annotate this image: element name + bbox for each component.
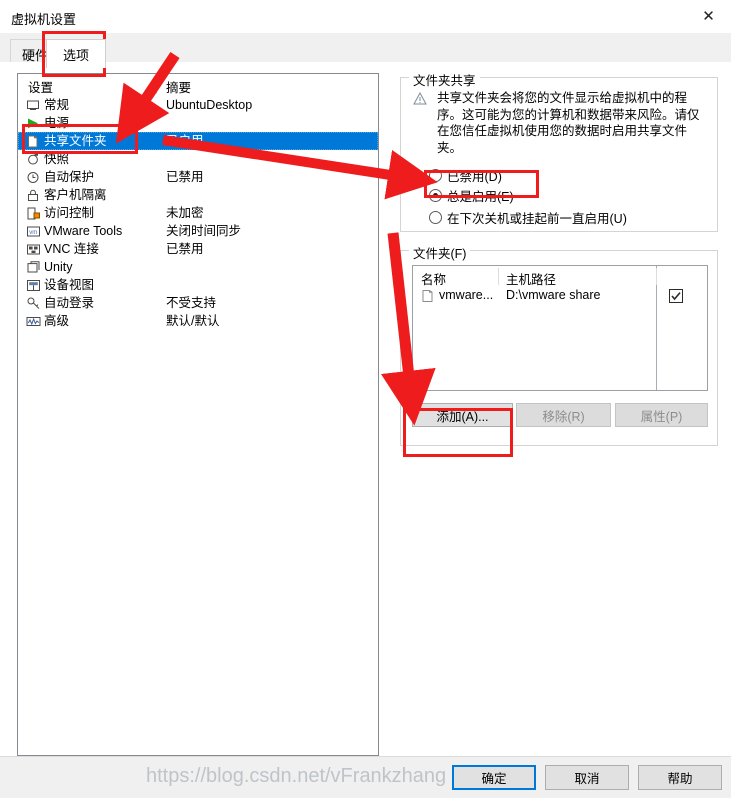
settings-list-item-label: 共享文件夹 <box>44 134 107 148</box>
lock-icon <box>25 187 41 203</box>
advanced-icon <box>25 313 41 329</box>
folders-group-title: 文件夹(F) <box>409 243 471 262</box>
shield-lock-icon <box>25 205 41 221</box>
radio-sharing-disabled-label: 已禁用(D) <box>447 170 502 184</box>
add-folder-button[interactable]: 添加(A)... <box>412 403 513 427</box>
settings-list-item-label: VNC 连接 <box>44 242 99 256</box>
folder-icon <box>421 289 435 303</box>
settings-list-item-9[interactable]: Unity <box>18 258 378 276</box>
column-header-summary: 摘要 <box>166 81 192 95</box>
settings-list-rows: 常规 UbuntuDesktop 电源 共享文件夹 已启用 快照 自动保护 已禁用 客户机隔离访… <box>18 96 378 330</box>
folder-icon <box>25 133 41 149</box>
settings-list-item-summary: 不受支持 <box>166 296 217 310</box>
close-icon[interactable]: ✕ <box>686 0 731 32</box>
camera-icon <box>25 151 41 167</box>
radio-sharing-disabled[interactable]: 已禁用(D) <box>429 166 502 185</box>
window-title: 虚拟机设置 <box>11 12 77 27</box>
folders-column-name: 名称 <box>421 273 447 287</box>
tab-options[interactable]: 选项 <box>46 39 106 68</box>
settings-list-item-label: 客户机隔离 <box>44 188 107 202</box>
unity-icon <box>25 259 41 275</box>
play-icon <box>25 115 41 131</box>
folders-table[interactable]: 名称 主机路径 vmware... D:\vmware share <box>412 265 708 391</box>
svg-text:vm: vm <box>29 229 37 235</box>
folders-header-sep <box>656 268 657 285</box>
folders-group: 文件夹(F) 名称 主机路径 vmware... D:\vmware share… <box>400 243 718 446</box>
settings-list-item-summary: 已禁用 <box>166 242 204 256</box>
remove-folder-button[interactable]: 移除(R) <box>516 403 611 427</box>
vnc-icon <box>25 241 41 257</box>
settings-list-item-label: 电源 <box>44 116 70 130</box>
settings-list-item-label: 访问控制 <box>44 206 95 220</box>
warning-icon <box>413 91 427 105</box>
settings-list-item-0[interactable]: 常规 UbuntuDesktop <box>18 96 378 114</box>
folder-name: vmware... <box>439 288 494 302</box>
settings-list-item-2[interactable]: 共享文件夹 已启用 <box>18 132 378 150</box>
settings-list-item-summary: 已禁用 <box>166 170 204 184</box>
folders-header-sep <box>498 268 499 285</box>
folders-column-path: 主机路径 <box>506 273 557 287</box>
settings-list-item-summary: 默认/默认 <box>166 314 220 328</box>
settings-list-header: 设置 摘要 <box>18 74 378 96</box>
settings-list-item-1[interactable]: 电源 <box>18 114 378 132</box>
sharing-warning-text: 共享文件夹会将您的文件显示给虚拟机中的程序。这可能为您的计算机和数据带来风险。请… <box>437 91 700 155</box>
settings-list-panel[interactable]: 设置 摘要 常规 UbuntuDesktop 电源 共享文件夹 已启用 快照 自动保护 已禁用… <box>17 73 379 756</box>
vmware-tools-icon: vm <box>25 223 41 239</box>
folder-properties-button[interactable]: 属性(P) <box>615 403 708 427</box>
radio-sharing-until-label: 在下次关机或挂起前一直启用(U) <box>447 212 627 226</box>
header-divider <box>156 76 157 94</box>
folders-table-header: 名称 主机路径 <box>413 266 707 287</box>
settings-list-item-6[interactable]: 访问控制 未加密 <box>18 204 378 222</box>
folders-button-row: 添加(A)... 移除(R) 属性(P) <box>412 403 708 427</box>
settings-list-item-label: VMware Tools <box>44 224 123 238</box>
settings-list-item-summary: 关闭时间同步 <box>166 224 242 238</box>
autologin-icon <box>25 295 41 311</box>
settings-list-item-12[interactable]: 高级 默认/默认 <box>18 312 378 330</box>
settings-list-item-label: 高级 <box>44 314 70 328</box>
column-header-setting: 设置 <box>28 81 54 95</box>
settings-list-item-summary: 已启用 <box>166 134 204 148</box>
radio-circle-selected-icon <box>429 189 442 202</box>
folder-path: D:\vmware share <box>506 288 601 302</box>
radio-circle-icon <box>429 169 442 182</box>
settings-list-item-7[interactable]: vm VMware Tools 关闭时间同步 <box>18 222 378 240</box>
monitor-icon <box>25 97 41 113</box>
device-view-icon <box>25 277 41 293</box>
settings-list-item-label: 常规 <box>44 98 70 112</box>
folder-enabled-checkbox[interactable] <box>669 289 683 303</box>
table-row[interactable]: vmware... D:\vmware share <box>413 287 707 307</box>
clock-icon <box>25 169 41 185</box>
virtual-machine-settings-dialog: 虚拟机设置 ✕ 硬件 选项 设置 摘要 常规 UbuntuDesktop 电源 共享文… <box>0 0 731 798</box>
dialog-footer: 确定 取消 帮助 <box>0 756 731 798</box>
settings-list-item-11[interactable]: 自动登录 不受支持 <box>18 294 378 312</box>
radio-sharing-until-shutdown[interactable]: 在下次关机或挂起前一直启用(U) <box>429 208 627 227</box>
folder-sharing-group-title: 文件夹共享 <box>409 70 480 89</box>
options-right-pane: 文件夹共享 共享文件夹会将您的文件显示给虚拟机中的程序。这可能为您的计算机和数据… <box>395 62 720 756</box>
settings-list-item-8[interactable]: VNC 连接 已禁用 <box>18 240 378 258</box>
ok-button[interactable]: 确定 <box>452 765 536 790</box>
settings-list-item-label: 快照 <box>44 152 70 166</box>
cancel-button[interactable]: 取消 <box>545 765 629 790</box>
settings-list-item-5[interactable]: 客户机隔离 <box>18 186 378 204</box>
settings-list-item-label: Unity <box>44 260 73 274</box>
folder-sharing-group: 文件夹共享 共享文件夹会将您的文件显示给虚拟机中的程序。这可能为您的计算机和数据… <box>400 70 718 232</box>
radio-sharing-always[interactable]: 总是启用(E) <box>429 186 514 205</box>
settings-list-item-4[interactable]: 自动保护 已禁用 <box>18 168 378 186</box>
settings-list-item-label: 设备视图 <box>44 278 95 292</box>
settings-list-item-summary: 未加密 <box>166 206 204 220</box>
settings-list-item-label: 自动保护 <box>44 170 95 184</box>
settings-list-item-3[interactable]: 快照 <box>18 150 378 168</box>
settings-list-item-label: 自动登录 <box>44 296 95 310</box>
settings-list-item-summary: UbuntuDesktop <box>166 98 253 112</box>
title-bar: 虚拟机设置 ✕ <box>0 0 731 33</box>
radio-sharing-always-label: 总是启用(E) <box>447 190 514 204</box>
dialog-body: 设置 摘要 常规 UbuntuDesktop 电源 共享文件夹 已启用 快照 自动保护 已禁用… <box>0 62 731 756</box>
radio-circle-icon <box>429 211 442 224</box>
settings-list-item-10[interactable]: 设备视图 <box>18 276 378 294</box>
help-button[interactable]: 帮助 <box>638 765 722 790</box>
